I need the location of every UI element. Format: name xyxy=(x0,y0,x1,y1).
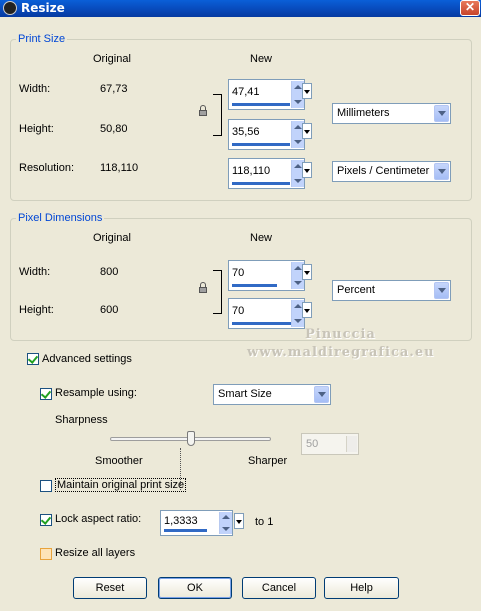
print-width-label: Width: xyxy=(19,83,51,95)
pixel-height-original: 600 xyxy=(100,304,119,316)
print-width-dropdown[interactable] xyxy=(302,83,312,99)
print-unit-select[interactable]: Millimeters xyxy=(332,103,451,124)
help-button[interactable]: Help xyxy=(324,577,399,599)
resolution-unit-select[interactable]: Pixels / Centimeter xyxy=(332,161,451,182)
pixel-height-value: 70 xyxy=(232,305,245,317)
aspect-ratio-value: 1,3333 xyxy=(164,515,198,527)
pixel-width-label: Width: xyxy=(19,266,51,278)
advanced-settings-label: Advanced settings xyxy=(42,353,132,365)
resize-all-layers-checkbox[interactable] xyxy=(40,548,52,560)
close-button[interactable]: ✕ xyxy=(460,0,480,16)
resample-method-select[interactable]: Smart Size xyxy=(213,384,331,405)
print-height-label: Height: xyxy=(19,123,54,135)
print-link-bracket xyxy=(213,94,222,136)
print-height-spinbox[interactable]: 35,56 xyxy=(228,119,305,150)
window-title: Resize xyxy=(21,1,65,15)
chevron-down-icon xyxy=(314,386,329,403)
print-width-original: 67,73 xyxy=(100,83,128,95)
sharper-label: Sharper xyxy=(248,455,288,467)
pixel-dimensions-legend: Pixel Dimensions xyxy=(16,212,105,224)
pixel-link-bracket xyxy=(213,270,222,314)
pixel-width-original: 800 xyxy=(100,266,119,278)
lock-aspect-ratio-checkbox[interactable] xyxy=(40,514,52,526)
pixel-height-label: Height: xyxy=(19,304,54,316)
resolution-original: 118,110 xyxy=(100,162,139,174)
advanced-settings-checkbox[interactable] xyxy=(27,353,39,365)
watermark-url: www.maldiregrafica.eu xyxy=(247,345,435,360)
print-height-dropdown[interactable] xyxy=(302,123,312,139)
resample-checkbox[interactable] xyxy=(40,388,52,400)
resolution-value: 118,110 xyxy=(232,165,271,177)
new-column-header: New xyxy=(250,232,273,244)
pixel-width-dropdown[interactable] xyxy=(302,264,312,280)
print-height-original: 50,80 xyxy=(100,123,128,135)
print-width-value: 47,41 xyxy=(232,86,260,98)
chevron-down-icon xyxy=(434,163,449,180)
smoother-label: Smoother xyxy=(95,455,143,467)
pixel-width-value: 70 xyxy=(232,267,245,279)
resolution-dropdown[interactable] xyxy=(302,162,312,178)
original-column-header: Original xyxy=(93,53,131,65)
lock-aspect-ratio-label: Lock aspect ratio: xyxy=(55,513,142,525)
sharpness-slider-thumb[interactable] xyxy=(187,431,195,446)
aspect-ratio-spinbox[interactable]: 1,3333 xyxy=(160,510,233,536)
cancel-button[interactable]: Cancel xyxy=(242,577,316,599)
watermark-name: Pinuccia xyxy=(305,327,376,342)
chevron-down-icon xyxy=(434,105,449,122)
resize-all-layers-label: Resize all layers xyxy=(55,547,136,559)
resolution-label: Resolution: xyxy=(19,162,75,174)
pixel-unit-select[interactable]: Percent xyxy=(332,280,451,301)
print-height-value: 35,56 xyxy=(232,126,260,138)
maintain-print-size-label: Maintain original print size xyxy=(55,478,187,492)
print-width-spinbox[interactable]: 47,41 xyxy=(228,79,305,110)
new-column-header: New xyxy=(250,53,273,65)
chevron-down-icon xyxy=(434,282,449,299)
print-size-legend: Print Size xyxy=(16,33,68,45)
pixel-height-spinbox[interactable]: 70 xyxy=(228,298,305,329)
to-one-label: to 1 xyxy=(255,516,274,528)
sharpness-label: Sharpness xyxy=(55,414,108,426)
app-icon xyxy=(3,1,17,15)
original-column-header: Original xyxy=(93,232,131,244)
resolution-spinbox[interactable]: 118,110 xyxy=(228,158,305,189)
resample-label: Resample using: xyxy=(55,387,137,399)
ok-button[interactable]: OK xyxy=(158,577,232,599)
spin-arrows[interactable] xyxy=(219,512,232,534)
title-bar xyxy=(0,0,481,17)
close-icon: ✕ xyxy=(464,0,476,14)
aspect-ratio-dropdown[interactable] xyxy=(234,513,244,529)
pixel-height-dropdown[interactable] xyxy=(302,302,312,318)
sharpness-value-box: 50 xyxy=(301,433,359,455)
pixel-width-spinbox[interactable]: 70 xyxy=(228,260,305,291)
maintain-print-size-checkbox[interactable] xyxy=(40,480,52,492)
reset-button[interactable]: Reset xyxy=(73,577,147,599)
